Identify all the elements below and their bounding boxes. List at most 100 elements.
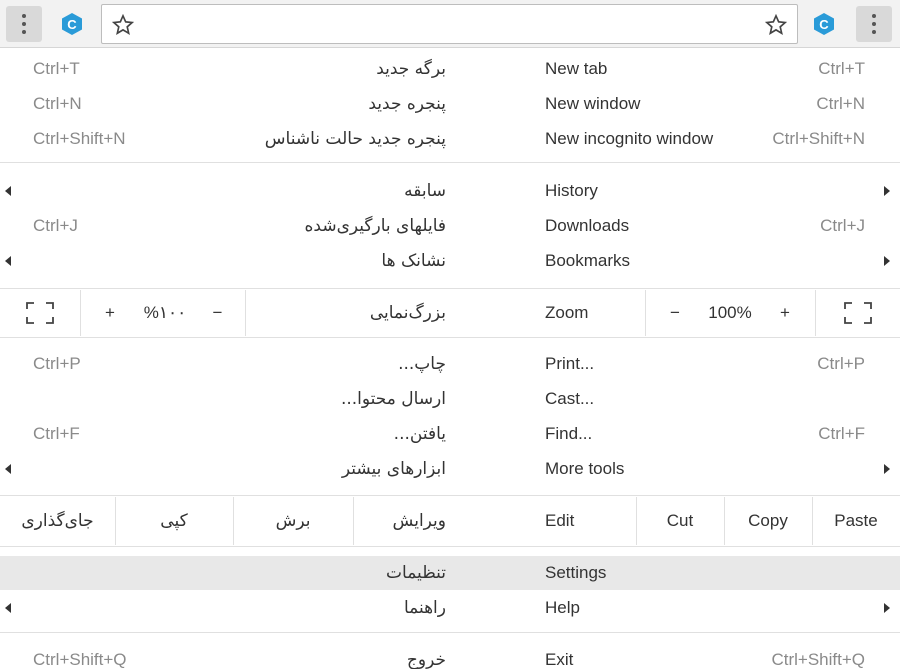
en-cut-button[interactable]: Cut [636,497,724,545]
menu-item-label: ابزارهای بیشتر [341,459,446,479]
fa-menu-item-help[interactable]: راهنما [0,591,460,625]
menu-item-label: Settings [545,563,607,582]
menu-item-label: خروج [406,650,446,669]
menu-item-label: برگه جدید [376,59,446,79]
en-menu-item-new-incognito[interactable]: New incognito window Ctrl+Shift+N [530,122,900,156]
menu-item-label: New incognito window [545,129,714,148]
en-menu-item-new-tab[interactable]: New tab Ctrl+T [530,52,900,86]
fa-menu-item-downloads[interactable]: Ctrl+J فایلهای بارگیری‌شده [0,209,460,243]
fa-fullscreen-button[interactable] [0,290,80,336]
shortcut-label: Ctrl+T [818,59,865,78]
menu-item-label: History [545,181,598,200]
en-zoom-value: 100% [708,303,752,322]
en-copy-button[interactable]: Copy [724,497,812,545]
fa-menu-item-more-tools[interactable]: ابزارهای بیشتر [0,452,460,486]
fa-menu-item-exit[interactable]: Ctrl+Shift+Q خروج [0,643,460,669]
fa-edit-label-row: ویرایش [353,504,460,538]
right-kebab-menu-icon[interactable] [856,6,892,42]
en-menu-item-downloads[interactable]: Downloads Ctrl+J [530,209,900,243]
fa-zoom-in-button[interactable]: + [80,290,140,336]
en-fullscreen-button[interactable] [815,290,900,336]
fa-cut-button[interactable]: برش [233,497,353,545]
submenu-arrow-icon [884,464,890,474]
browser-toolbar: C C [0,0,900,48]
fa-menu-item-new-incognito[interactable]: Ctrl+Shift+N پنجره جدید حالت ناشناس [0,122,460,156]
menu-item-label: Zoom [545,303,589,322]
en-menu-item-cast[interactable]: Cast... [530,382,900,416]
fa-edit-row: جای‌گذاری کپی برش ویرایش [0,497,460,545]
menu-item-label: پنجره جدید حالت ناشناس [264,129,446,149]
shortcut-label: Ctrl+J [33,216,78,235]
shortcut-label: Ctrl+N [816,94,865,113]
left-star-icon[interactable] [112,14,134,36]
fa-menu-item-print[interactable]: Ctrl+P چاپ... [0,347,460,381]
right-extension-c-icon[interactable]: C [806,6,842,42]
left-kebab-menu-icon[interactable] [6,6,42,42]
menu-item-label: فایلهای بارگیری‌شده [304,216,447,236]
menu-item-label: Help [545,598,580,617]
submenu-arrow-icon [884,603,890,613]
divider [0,495,900,496]
divider [0,337,900,338]
submenu-arrow-icon [5,603,11,613]
right-star-icon[interactable] [765,14,787,36]
menu-item-label: یافتن... [393,424,446,444]
menu-item-label: New tab [545,59,608,78]
en-menu-item-find[interactable]: Find... Ctrl+F [530,417,900,451]
submenu-arrow-icon [5,186,11,196]
fullscreen-icon [843,302,872,324]
menu-item-label: ویرایش [392,511,446,531]
fa-menu-item-find[interactable]: Ctrl+F یافتن... [0,417,460,451]
submenu-arrow-icon [5,464,11,474]
divider [0,162,900,163]
shortcut-label: Ctrl+J [820,216,865,235]
shortcut-label: Ctrl+F [33,424,80,443]
shortcut-label: Ctrl+Shift+N [772,129,865,148]
en-menu-item-more-tools[interactable]: More tools [530,452,900,486]
en-menu-item-help[interactable]: Help [530,591,900,625]
menu-item-label: Downloads [545,216,630,235]
menu-item-label: ارسال محتوا... [340,389,446,409]
fa-menu-item-new-tab[interactable]: Ctrl+T برگه جدید [0,52,460,86]
menu-item-label: More tools [545,459,625,478]
submenu-arrow-icon [884,186,890,196]
fullscreen-icon [26,302,54,324]
fa-zoom-out-button[interactable]: − [190,290,245,336]
left-extension-c-icon[interactable]: C [54,6,90,42]
menu-item-label: Exit [545,650,574,669]
menu-item-label: Bookmarks [545,251,631,270]
shortcut-label: Ctrl+Shift+Q [33,650,127,669]
fa-menu-item-settings[interactable]: تنظیمات [0,556,460,590]
right-ext-letter: C [819,17,829,32]
fa-menu-item-cast[interactable]: ارسال محتوا... [0,382,460,416]
shortcut-label: Ctrl+N [33,94,82,113]
shortcut-label: Ctrl+Shift+N [33,129,126,148]
en-paste-button[interactable]: Paste [812,497,900,545]
address-bar[interactable] [101,4,798,44]
menu-item-label: نشانک ها [381,251,446,271]
fa-menu-item-history[interactable]: سابقه [0,174,460,208]
fa-zoom-row: + %۱۰۰ − بزرگ‌نمایی [0,290,460,336]
en-menu-item-print[interactable]: Print... Ctrl+P [530,347,900,381]
fa-menu-item-new-window[interactable]: Ctrl+N پنجره جدید [0,87,460,121]
en-menu-item-settings[interactable]: Settings [530,556,900,590]
en-zoom-in-button[interactable]: + [755,290,815,336]
shortcut-label: Ctrl+P [33,354,81,373]
menu-item-label: Print... [545,354,595,373]
shortcut-label: Ctrl+Shift+Q [771,650,865,669]
fa-copy-button[interactable]: کپی [115,497,233,545]
en-menu-item-new-window[interactable]: New window Ctrl+N [530,87,900,121]
fa-paste-button[interactable]: جای‌گذاری [0,497,115,545]
submenu-arrow-icon [884,256,890,266]
en-zoom-out-button[interactable]: − [645,290,705,336]
en-zoom-label-row: Zoom [530,296,645,330]
menu-item-label: تنظیمات [386,563,446,583]
en-menu-item-history[interactable]: History [530,174,900,208]
en-menu-item-exit[interactable]: Exit Ctrl+Shift+Q [530,643,900,669]
fa-menu-item-bookmarks[interactable]: نشانک ها [0,244,460,278]
en-menu-item-bookmarks[interactable]: Bookmarks [530,244,900,278]
shortcut-label: Ctrl+P [817,354,865,373]
divider [0,288,900,289]
menu-item-label: Find... [545,424,593,443]
divider [0,632,900,633]
